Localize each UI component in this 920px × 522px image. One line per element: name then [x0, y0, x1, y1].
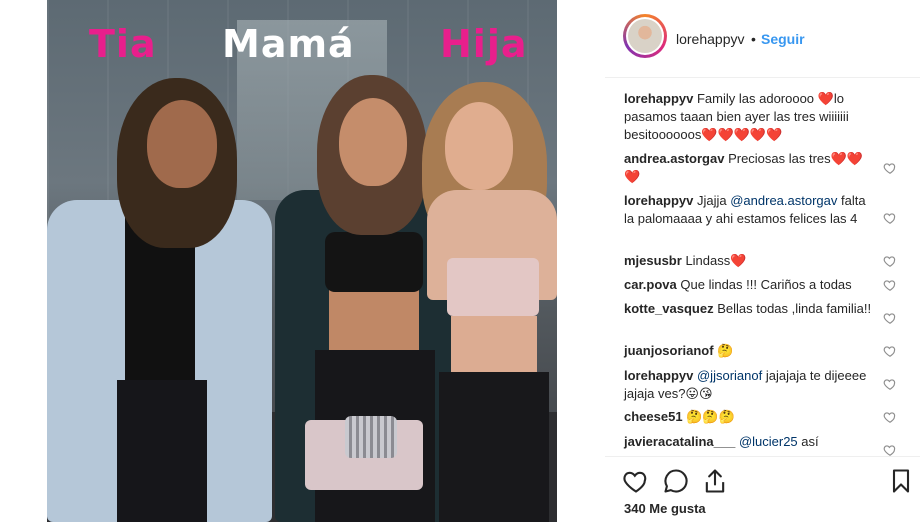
comment-username[interactable]: cheese51 — [624, 409, 683, 424]
share-icon[interactable] — [701, 467, 729, 495]
comment-mention[interactable]: @jjsorianof — [697, 368, 762, 383]
comment-like-icon[interactable] — [883, 443, 897, 456]
separator-dot: • — [751, 31, 756, 47]
comment-text: Bellas todas ,linda familia!! — [717, 301, 872, 316]
comment-like-icon[interactable] — [883, 344, 897, 358]
comment-item: lorehappyv Family las adoroooo ❤️lo pasa… — [624, 90, 879, 144]
post-photo[interactable]: Tia Mamá Hija — [47, 0, 557, 522]
comment-like-icon[interactable] — [883, 311, 897, 325]
post-header: lorehappyv • Seguir — [605, 0, 920, 78]
comment-text: 🤔🤔🤔 — [686, 409, 735, 424]
comment-like-icon[interactable] — [883, 410, 897, 424]
left-margin — [0, 0, 47, 522]
comment-username[interactable]: juanjosorianof — [624, 343, 714, 358]
avatar-ring — [626, 17, 664, 55]
comment-username[interactable]: lorehappyv — [624, 368, 693, 383]
face — [339, 98, 407, 186]
comment-username[interactable]: car.pova — [624, 277, 677, 292]
comment-username[interactable]: javieracatalina___ — [624, 434, 735, 449]
comment-text: así — [801, 434, 819, 449]
comment-mention[interactable]: @lucier25 — [739, 434, 798, 449]
comment-text: 🤔 — [717, 343, 734, 358]
comment-like-icon[interactable] — [883, 377, 897, 391]
comment-item: lorehappyv @jjsorianof jajajaja te dijee… — [624, 367, 879, 403]
comment-username[interactable]: mjesusbr — [624, 253, 682, 268]
comment-item: cheese51 🤔🤔🤔 — [624, 408, 879, 426]
midriff — [329, 290, 419, 350]
comment-item: javieracatalina___ @lucier25 así — [624, 433, 879, 451]
pink-bandeau — [447, 258, 539, 316]
face — [147, 100, 217, 188]
comment-text: Que lindas !!! Cariños a todas — [680, 277, 852, 292]
black-bralette — [325, 232, 423, 292]
follow-button[interactable]: Seguir — [761, 31, 805, 47]
caption-hija: Hija — [440, 22, 528, 66]
comment-item: mjesusbr Lindass❤️ — [624, 252, 879, 270]
caption-tia: Tia — [89, 22, 157, 66]
header-username[interactable]: lorehappyv — [676, 31, 745, 47]
black-pants — [439, 372, 549, 522]
comment-like-icon[interactable] — [883, 211, 897, 225]
face — [445, 102, 513, 190]
comment-like-icon[interactable] — [883, 278, 897, 292]
bookmark-icon[interactable] — [887, 467, 915, 495]
comment-username[interactable]: kotte_vasquez — [624, 301, 714, 316]
comment-item: juanjosorianof 🤔 — [624, 342, 879, 360]
comment-like-icon[interactable] — [883, 161, 897, 175]
black-pants — [117, 380, 207, 522]
comment-like-icon[interactable] — [883, 254, 897, 268]
comment-username[interactable]: lorehappyv — [624, 91, 693, 106]
post-sidebar: lorehappyv • Seguir lorehappyv Family la… — [605, 0, 920, 522]
caption-mama: Mamá — [222, 22, 355, 66]
heart-outline-icon[interactable] — [622, 467, 650, 495]
likes-count[interactable]: 340 Me gusta — [624, 501, 706, 516]
comment-mention[interactable]: @andrea.astorgav — [730, 193, 837, 208]
comment-pretext: Jjajja — [696, 193, 731, 208]
avatar-image — [628, 19, 662, 53]
comment-item: lorehappyv Jjajja @andrea.astorgav falta… — [624, 192, 879, 228]
comments-list[interactable]: lorehappyv Family las adoroooo ❤️lo pasa… — [605, 78, 920, 456]
avatar[interactable] — [623, 14, 667, 58]
comment-text: Lindass❤️ — [685, 253, 747, 268]
comment-username[interactable]: andrea.astorgav — [624, 151, 724, 166]
midriff — [451, 316, 537, 372]
comment-item: kotte_vasquez Bellas todas ,linda famili… — [624, 300, 879, 318]
comment-item: car.pova Que lindas !!! Cariños a todas — [624, 276, 879, 294]
speech-bubble-icon[interactable] — [662, 467, 690, 495]
post-actions: 340 Me gusta — [605, 456, 920, 522]
bracelet — [345, 416, 397, 458]
comment-item: andrea.astorgav Preciosas las tres❤️❤️❤️ — [624, 150, 879, 186]
comment-username[interactable]: lorehappyv — [624, 193, 693, 208]
